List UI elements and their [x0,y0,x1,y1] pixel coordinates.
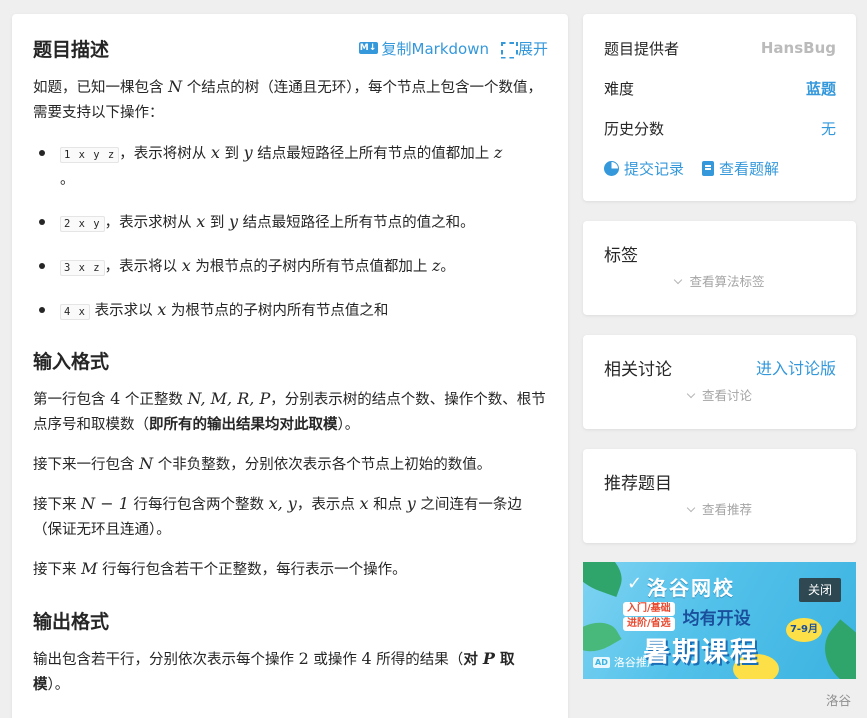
recommend-title: 推荐题目 [604,473,672,494]
provider-label: 题目提供者 [604,39,680,58]
list-item: 1 x y z ，表示将树从 x 到 y 结点最短路径上所有节点的值都加上 z。 [33,140,548,193]
problem-intro: 如题，已知一棵包含 N 个结点的树（连通且无环），每个节点上包含一个数值，需要支… [33,77,542,121]
pie-chart-icon [604,160,619,176]
banner-tag: 进阶/省选 [623,617,675,631]
view-discussion-button[interactable]: 查看讨论 [604,385,836,404]
difficulty-value[interactable]: 蓝题 [806,78,836,99]
tags-title: 标签 [604,245,638,266]
list-item: 2 x y ，表示求树从 x 到 y 结点最短路径上所有节点的值之和。 [33,209,548,237]
input-format-section: 输入格式 第一行包含 4 个正整数 N, M, R, P，分别表示树的结点个数、… [33,347,548,583]
markdown-icon: M↓ [358,42,378,54]
difficulty-row: 难度 蓝题 [604,68,836,108]
leaf-decoration [583,562,631,598]
discussion-card: 相关讨论 进入讨论版 查看讨论 [583,335,856,429]
tags-card: 标签 查看算法标签 [583,221,856,315]
output-format-section: 输出格式 输出包含若干行，分别依次表示每个操作 2 或操作 4 所得的结果（对 … [33,607,548,698]
input-line-4: 接下来 M 行每行包含若干个正整数，每行表示一个操作。 [33,559,407,578]
discussion-header: 相关讨论 进入讨论版 [604,355,836,380]
banner-date-badge: 7-9月 [786,618,822,642]
output-line-1: 输出包含若干行，分别依次表示每个操作 2 或操作 4 所得的结果（对 P 取模）… [33,649,515,693]
input-line-2: 接下来一行包含 N 个非负整数，分别依次表示各个节点上初始的数值。 [33,454,492,473]
view-recommend-button[interactable]: 查看推荐 [604,499,836,518]
input-format-title: 输入格式 [33,351,110,373]
problem-description-title: 题目描述 [33,38,110,61]
view-solutions-link[interactable]: 查看题解 [702,158,779,179]
history-label: 历史分数 [604,119,665,138]
history-row: 历史分数 无 [604,108,836,148]
footer-brand: 洛谷 [826,693,852,708]
view-tags-button[interactable]: 查看算法标签 [604,271,836,290]
enter-discussion-link[interactable]: 进入讨论版 [756,355,836,379]
problem-card: 题目描述 M↓ 复制Markdown 展开 如题，已知一棵包含 N 个结点的树（… [12,14,568,718]
copy-markdown-label: 复制Markdown [381,39,489,58]
expand-button[interactable]: 展开 [501,38,548,59]
banner-title: 洛谷网校 [647,576,735,600]
provider-value[interactable]: HansBug [761,39,836,57]
book-icon [702,160,715,176]
list-item: 3 x z ，表示将以 x 为根节点的子树内所有节点值都加上 z。 [33,253,548,281]
tags-header: 标签 [604,241,836,266]
list-item: 4 x 表示求以 x 为根节点的子树内所有节点值之和 [33,297,548,325]
ad-label: AD 洛谷推广 [593,656,658,669]
op-code: 1 x y z [60,147,120,163]
input-line-1: 第一行包含 4 个正整数 N, M, R, P，分别表示树的结点个数、操作个数、… [33,389,546,433]
op-code: 3 x z [60,260,105,276]
provider-row: 题目提供者 HansBug [604,28,836,68]
info-links: 提交记录 查看题解 [604,148,836,188]
chevron-down-icon [686,389,696,399]
header-actions: M↓ 复制Markdown 展开 [358,38,548,59]
problem-info-card: 题目提供者 HansBug 难度 蓝题 历史分数 无 提交记录 查看题解 [583,14,856,201]
promo-banner[interactable]: ✓ 洛谷网校 入门/基础 进阶/省选 均有开设 7-9月 暑期课程 关闭 AD … [583,562,856,679]
problem-header: 题目描述 M↓ 复制Markdown 展开 [33,36,548,61]
chevron-down-icon [674,275,683,285]
submit-records-link[interactable]: 提交记录 [604,158,684,179]
banner-close-button[interactable]: 关闭 [799,578,841,602]
input-line-3: 接下来 N − 1 行每行包含两个整数 x, y，表示点 x 和点 y 之间连有… [33,494,522,538]
banner-headline: 暑期课程 [643,637,759,668]
recommend-header: 推荐题目 [604,469,836,494]
banner-tags: 入门/基础 进阶/省选 [623,602,675,631]
copy-markdown-button[interactable]: M↓ 复制Markdown [358,38,489,59]
expand-icon [501,42,514,55]
luogu-logo-icon: ✓ [627,573,643,594]
expand-label: 展开 [517,39,548,58]
banner-tag: 入门/基础 [623,602,675,616]
op-code: 2 x y [60,216,105,232]
banner-subtitle: 入门/基础 进阶/省选 均有开设 [623,602,751,631]
chevron-down-icon [686,503,696,513]
recommend-card: 推荐题目 查看推荐 [583,449,856,543]
op-code: 4 x [60,304,90,320]
banner-tag-text: 均有开设 [682,609,751,629]
discussion-title: 相关讨论 [604,359,672,380]
history-value: 无 [820,119,836,138]
operations-list: 1 x y z ，表示将树从 x 到 y 结点最短路径上所有节点的值都加上 z。 … [33,140,548,325]
ad-chip: AD [593,656,610,668]
output-format-title: 输出格式 [33,611,110,633]
difficulty-label: 难度 [604,79,635,98]
